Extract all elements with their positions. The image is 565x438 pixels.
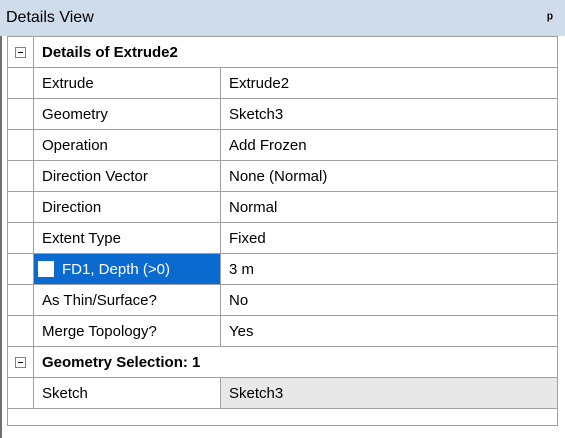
row-gutter [8,223,34,254]
property-name[interactable]: Extrude [34,68,221,99]
collapse-minus-icon[interactable] [15,356,26,368]
row-gutter [8,316,34,347]
property-name-selected[interactable]: FD1, Depth (>0) [34,254,221,285]
property-row[interactable]: Geometry Sketch3 [8,99,557,130]
collapse-minus-icon[interactable] [15,46,26,58]
property-row[interactable]: Direction Normal [8,192,557,223]
property-value[interactable]: Normal [221,192,557,223]
property-row[interactable]: As Thin/Surface? No [8,285,557,316]
property-name[interactable]: As Thin/Surface? [34,285,221,316]
property-row[interactable]: Merge Topology? Yes [8,316,557,347]
row-gutter [8,130,34,161]
property-row-selected[interactable]: FD1, Depth (>0) 3 m [8,254,557,285]
property-row[interactable]: Extrude Extrude2 [8,68,557,99]
property-name[interactable]: Geometry [34,99,221,130]
pin-icon[interactable]: ᵖ [547,10,553,27]
property-row[interactable]: Direction Vector None (Normal) [8,161,557,192]
section-header-geometry-selection[interactable]: Geometry Selection: 1 [8,347,557,378]
row-gutter [8,254,34,285]
parameter-checkbox[interactable] [38,261,54,277]
property-name[interactable]: Extent Type [34,223,221,254]
panel-left-border [0,36,2,438]
row-gutter [8,192,34,223]
collapse-toggle[interactable] [8,347,34,378]
details-view-panel: Details View ᵖ Details of Extrude2 Extru… [0,0,565,438]
section-title: Geometry Selection: 1 [34,347,557,378]
property-value[interactable]: No [221,285,557,316]
property-value[interactable]: Extrude2 [221,68,557,99]
property-value[interactable]: 3 m [221,254,557,285]
property-value[interactable]: Sketch3 [221,99,557,130]
details-view-titlebar: Details View ᵖ [0,0,565,36]
property-grid: Details of Extrude2 Extrude Extrude2 Geo… [7,36,558,426]
property-value[interactable]: Yes [221,316,557,347]
property-value[interactable]: Fixed [221,223,557,254]
property-value[interactable]: Add Frozen [221,130,557,161]
row-gutter [8,378,34,409]
property-name[interactable]: Direction [34,192,221,223]
section-title: Details of Extrude2 [34,37,557,68]
row-gutter [8,99,34,130]
property-row[interactable]: Sketch Sketch3 [8,378,557,409]
property-row[interactable]: Extent Type Fixed [8,223,557,254]
property-value[interactable]: None (Normal) [221,161,557,192]
property-name-label: FD1, Depth (>0) [62,260,170,278]
row-gutter [8,285,34,316]
section-header-details[interactable]: Details of Extrude2 [8,37,557,68]
row-gutter [8,68,34,99]
panel-title: Details View [6,9,94,26]
property-name[interactable]: Direction Vector [34,161,221,192]
property-name[interactable]: Operation [34,130,221,161]
row-gutter [8,161,34,192]
collapse-toggle[interactable] [8,37,34,68]
property-name[interactable]: Merge Topology? [34,316,221,347]
property-value[interactable]: Sketch3 [221,378,557,409]
property-row[interactable]: Operation Add Frozen [8,130,557,161]
property-name[interactable]: Sketch [34,378,221,409]
